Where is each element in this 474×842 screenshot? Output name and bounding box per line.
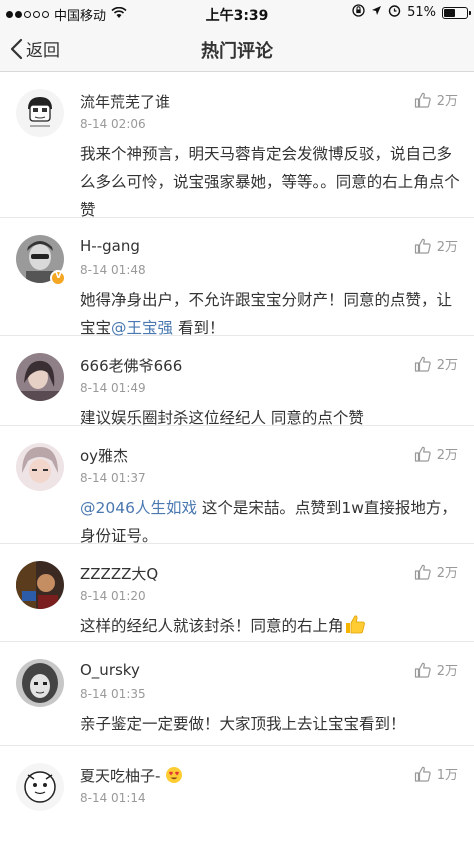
thumbs-up-emoji-icon	[344, 614, 366, 643]
comment-time: 8-14 01:14	[80, 791, 146, 805]
comment-text: 她得净身出户，不允许跟宝宝分财产！同意的点赞，让宝宝@王宝强 看到！	[80, 286, 464, 342]
comment-item: 夏天吃柚子- 8-14 01:14 1万	[0, 746, 474, 826]
location-icon	[371, 5, 382, 20]
like-button[interactable]: 1万	[414, 764, 458, 783]
username[interactable]: 夏天吃柚子-	[80, 765, 183, 788]
like-count: 2万	[436, 240, 458, 255]
like-count: 1万	[436, 768, 458, 783]
comment-item: H--gang 8-14 01:48 2万 她得净身出户，不允许跟宝宝分财产！同…	[0, 218, 474, 337]
like-button[interactable]: 2万	[414, 354, 458, 373]
like-count: 2万	[436, 664, 458, 679]
page-title: 热门评论	[201, 41, 273, 62]
comment-text: 亲子鉴定一定要做！大家顶我上去让宝宝看到！	[80, 715, 406, 733]
nav-bar: 返回 热门评论	[0, 26, 474, 72]
comment-time: 8-14 01:48	[80, 263, 146, 277]
thumbs-up-icon	[414, 564, 431, 580]
heart-eyes-emoji-icon	[165, 766, 183, 788]
comment-time: 8-14 02:06	[80, 117, 146, 131]
comment-text: 我来个神预言，明天马蓉肯定会发微博反驳，说自己多么多么可怜，说宝强家暴她，等等。…	[80, 145, 460, 219]
verified-badge-icon	[50, 270, 66, 286]
comment-time: 8-14 01:20	[80, 589, 146, 603]
avatar[interactable]	[16, 89, 64, 137]
like-count: 2万	[436, 358, 458, 373]
alarm-icon	[388, 4, 401, 21]
comment-text-part: 看到！	[173, 319, 225, 337]
comment-time: 8-14 01:37	[80, 471, 146, 485]
status-right: 51%	[352, 4, 471, 21]
avatar[interactable]	[16, 353, 64, 401]
avatar[interactable]	[16, 659, 64, 707]
thumbs-up-icon	[414, 662, 431, 678]
comment-item: oy雅杰 8-14 01:37 2万 @2046人生如戏 这个是宋喆。点赞到1w…	[0, 426, 474, 545]
battery-fill	[444, 8, 456, 17]
like-button[interactable]: 2万	[414, 90, 458, 109]
comment-time: 8-14 01:49	[80, 381, 146, 395]
username[interactable]: oy雅杰	[80, 445, 128, 466]
mention-link[interactable]: @王宝强	[111, 319, 173, 337]
like-button[interactable]: 2万	[414, 444, 458, 463]
thumbs-up-icon	[414, 92, 431, 108]
like-button[interactable]: 2万	[414, 660, 458, 679]
like-count: 2万	[436, 94, 458, 109]
battery-icon	[442, 6, 471, 19]
battery-percent: 51%	[407, 5, 436, 20]
comment-item: 流年荒芜了谁 8-14 02:06 2万 我来个神预言，明天马蓉肯定会发微博反驳…	[0, 72, 474, 219]
thumbs-up-icon	[414, 766, 431, 782]
username[interactable]: H--gang	[80, 237, 140, 255]
like-count: 2万	[436, 566, 458, 581]
comment-item: 666老佛爷666 8-14 01:49 2万 建议娱乐圈封杀这位经纪人 同意的…	[0, 336, 474, 427]
orientation-lock-icon	[352, 4, 365, 21]
username-text: 夏天吃柚子-	[80, 767, 161, 785]
comment-time: 8-14 01:35	[80, 687, 146, 701]
like-count: 2万	[436, 448, 458, 463]
comment-text-part: 这样的经纪人就该封杀！同意的右上角	[80, 617, 344, 635]
avatar[interactable]	[16, 443, 64, 491]
comment-item: O_ursky 8-14 01:35 2万 亲子鉴定一定要做！大家顶我上去让宝宝…	[0, 642, 474, 746]
status-bar: 中国移动 上午3:39 51%	[0, 0, 474, 26]
mention-link[interactable]: @2046人生如戏	[80, 499, 197, 517]
like-button[interactable]: 2万	[414, 236, 458, 255]
username[interactable]: 流年荒芜了谁	[80, 91, 170, 112]
like-button[interactable]: 2万	[414, 562, 458, 581]
comment-text: 这样的经纪人就该封杀！同意的右上角	[80, 612, 464, 643]
username[interactable]: O_ursky	[80, 661, 140, 679]
thumbs-up-icon	[414, 446, 431, 462]
comment-list: 流年荒芜了谁 8-14 02:06 2万 我来个神预言，明天马蓉肯定会发微博反驳…	[0, 72, 474, 826]
comment-item: ZZZZZ大Q 8-14 01:20 2万 这样的经纪人就该封杀！同意的右上角	[0, 544, 474, 642]
username[interactable]: ZZZZZ大Q	[80, 563, 158, 584]
thumbs-up-icon	[414, 238, 431, 254]
username[interactable]: 666老佛爷666	[80, 355, 182, 376]
comment-text: @2046人生如戏 这个是宋喆。点赞到1w直接报地方，身份证号。	[80, 494, 464, 550]
avatar[interactable]	[16, 763, 64, 811]
thumbs-up-icon	[414, 356, 431, 372]
avatar[interactable]	[16, 561, 64, 609]
